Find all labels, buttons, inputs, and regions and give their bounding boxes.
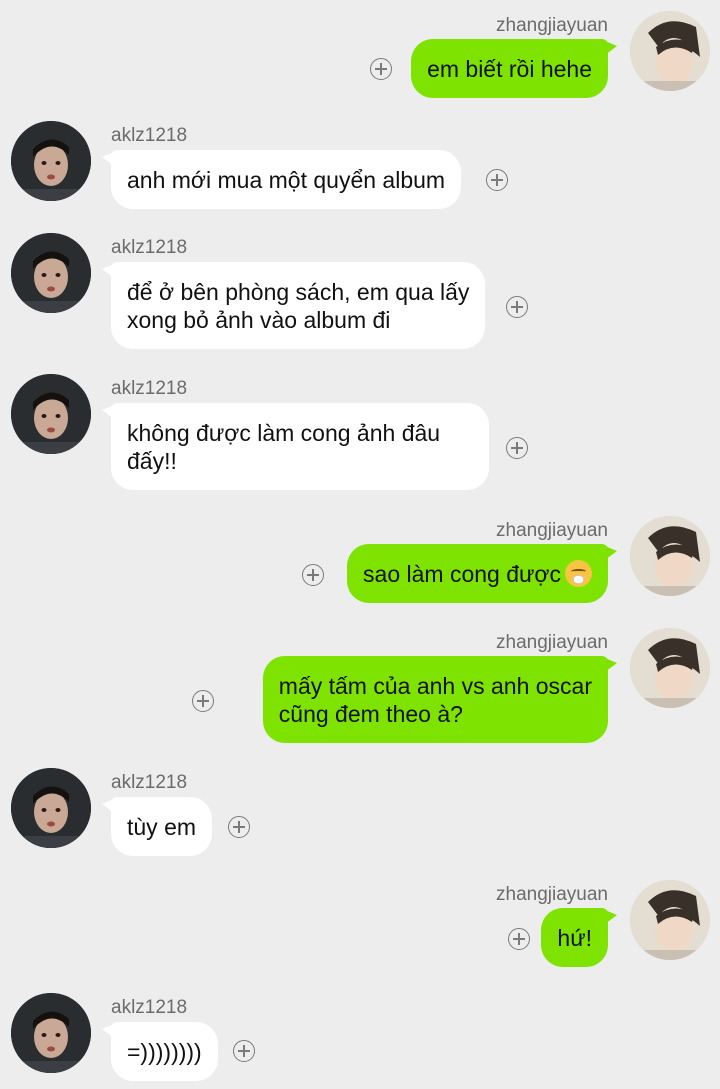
message-text: anh mới mua một quyển album <box>127 167 446 193</box>
message-bubble[interactable]: em biết rồi hehe <box>411 39 617 98</box>
plus-circle-icon[interactable] <box>370 58 392 80</box>
sender-name: aklz1218 <box>111 237 188 258</box>
message-bubble[interactable]: sao làm cong được <box>347 544 617 603</box>
message-text: tùy em <box>127 814 197 840</box>
sender-name: zhangjiayuan <box>496 884 608 905</box>
plus-circle-icon[interactable] <box>192 690 214 712</box>
message-bubble[interactable]: để ở bên phòng sách, em qua lấy xong bỏ … <box>101 262 486 349</box>
plus-circle-icon[interactable] <box>506 296 528 318</box>
sender-avatar[interactable] <box>11 768 91 848</box>
sender-avatar[interactable] <box>630 880 710 960</box>
message-bubble[interactable]: mấy tấm của anh vs anh oscar cũng đem th… <box>262 656 618 743</box>
sender-name: aklz1218 <box>111 378 188 399</box>
sender-avatar[interactable] <box>11 993 91 1073</box>
message-bubble[interactable]: =)))))))) <box>102 1022 218 1081</box>
sender-name: zhangjiayuan <box>496 520 608 541</box>
plus-circle-icon[interactable] <box>233 1040 255 1062</box>
sender-avatar[interactable] <box>11 121 91 201</box>
message-text: =)))))))) <box>127 1039 202 1065</box>
sender-avatar[interactable] <box>630 11 710 91</box>
chat-message-list[interactable]: zhangjiayuan em biết rồi hehe aklz1218 a… <box>0 0 720 1089</box>
sender-name: zhangjiayuan <box>496 15 608 36</box>
sender-name: aklz1218 <box>111 125 188 146</box>
message-text: để ở bên phòng sách, em qua lấy xong bỏ … <box>127 279 470 333</box>
message-bubble[interactable]: tùy em <box>101 797 213 856</box>
message-text: không được làm cong ảnh đâu đấy!! <box>127 420 441 474</box>
message-text: em biết rồi hehe <box>427 56 592 82</box>
huffing-face-emoji <box>565 560 592 587</box>
message-text: sao làm cong được <box>363 561 561 587</box>
plus-circle-icon[interactable] <box>508 928 530 950</box>
sender-avatar[interactable] <box>11 233 91 313</box>
sender-avatar[interactable] <box>630 628 710 708</box>
sender-name: aklz1218 <box>111 772 188 793</box>
plus-circle-icon[interactable] <box>486 169 508 191</box>
message-text: mấy tấm của anh vs anh oscar cũng đem th… <box>278 673 592 727</box>
message-bubble[interactable]: hứ! <box>541 908 617 967</box>
message-bubble[interactable]: không được làm cong ảnh đâu đấy!! <box>102 403 489 490</box>
sender-avatar[interactable] <box>630 516 710 596</box>
message-text: hứ! <box>557 925 592 951</box>
plus-circle-icon[interactable] <box>302 564 324 586</box>
message-bubble[interactable]: anh mới mua một quyển album <box>101 150 462 209</box>
plus-circle-icon[interactable] <box>506 437 528 459</box>
sender-name: aklz1218 <box>111 997 188 1018</box>
sender-avatar[interactable] <box>11 374 91 454</box>
plus-circle-icon[interactable] <box>228 816 250 838</box>
sender-name: zhangjiayuan <box>496 632 608 653</box>
